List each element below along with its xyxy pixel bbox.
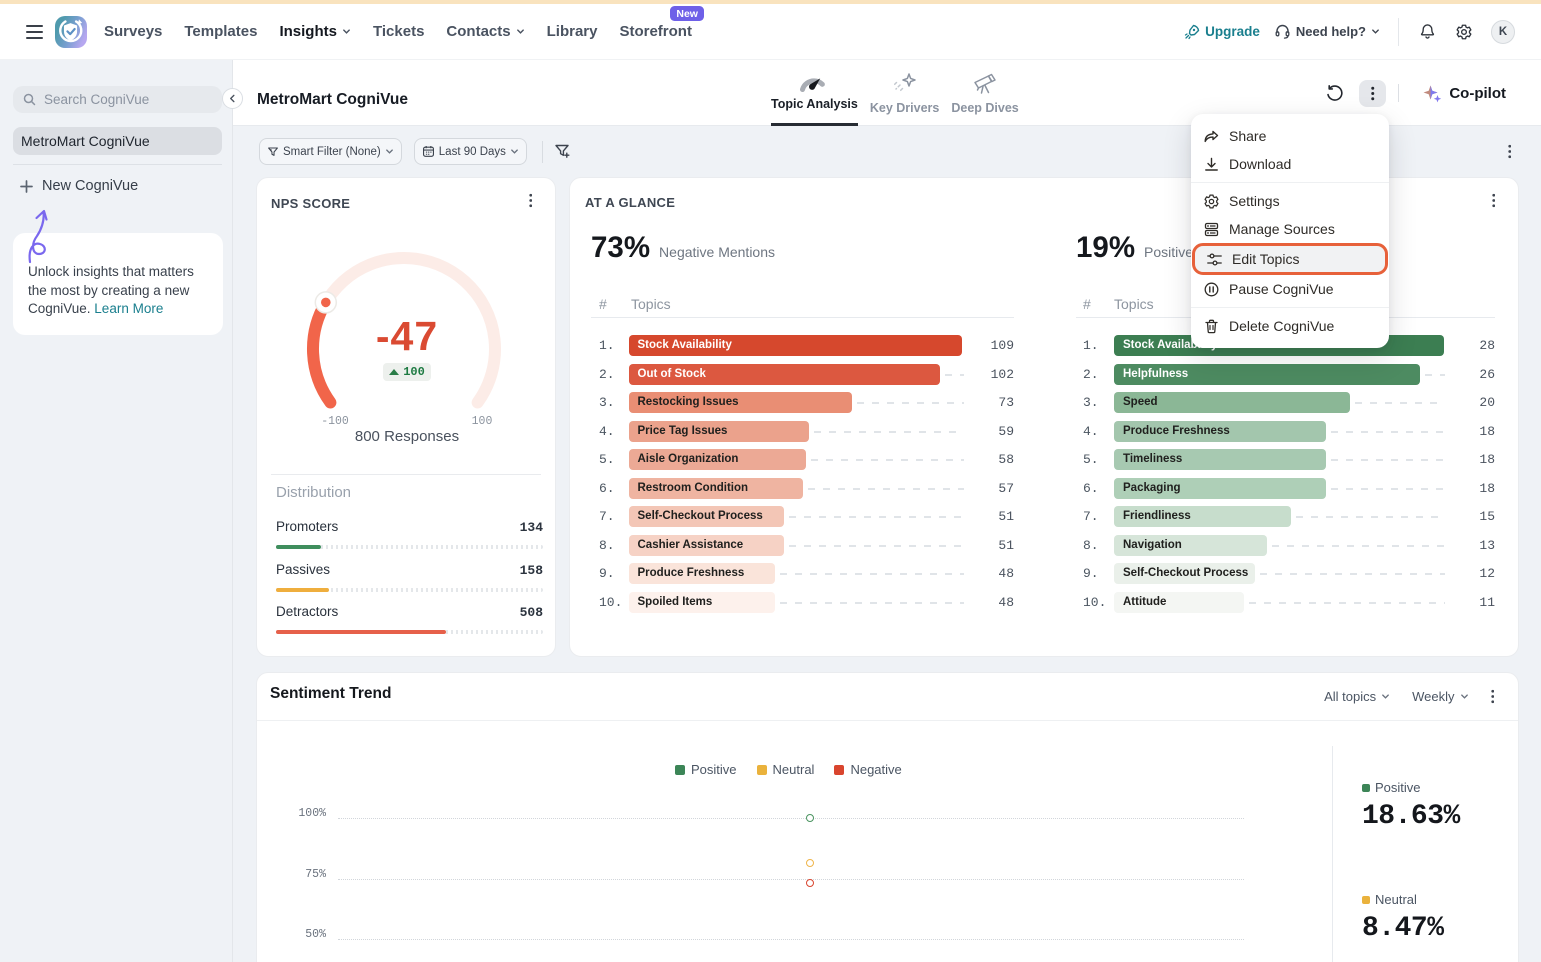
- svg-text:100: 100: [472, 415, 493, 428]
- svg-text:-100: -100: [321, 415, 349, 428]
